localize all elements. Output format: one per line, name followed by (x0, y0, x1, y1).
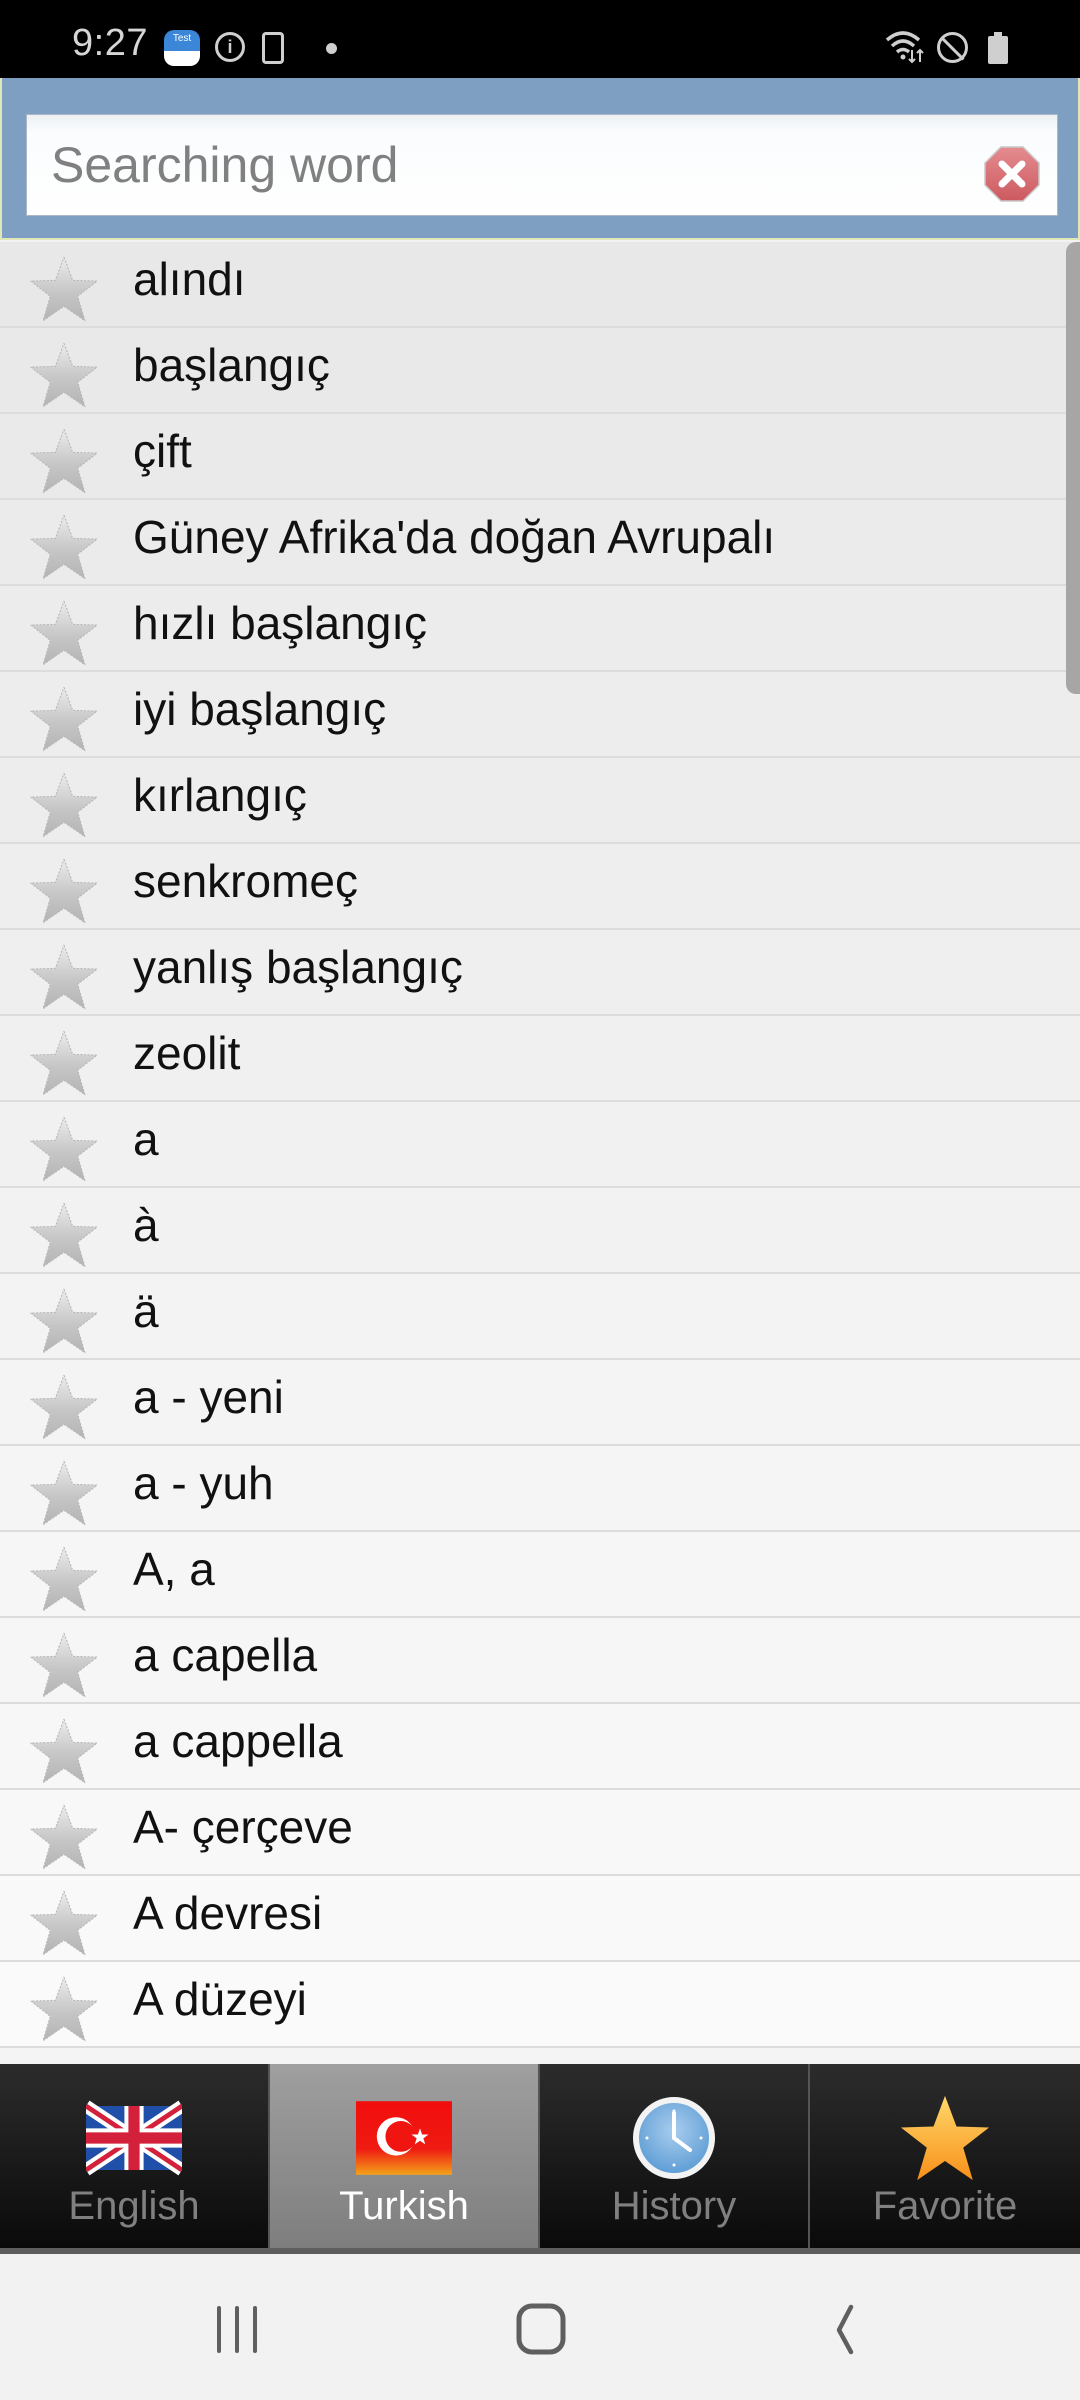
word-list-item[interactable]: A, a (0, 1532, 1080, 1618)
word-list-item[interactable]: a - yeni (0, 1360, 1080, 1446)
wifi-icon (885, 30, 925, 64)
home-icon (516, 2303, 566, 2355)
word-text: A düzeyi (133, 1973, 307, 2025)
favorite-toggle-star-icon[interactable] (28, 1888, 100, 1958)
word-list[interactable]: alındı başlangıç çift Güney Afrika'da doğan… (0, 242, 1080, 2064)
word-list-item[interactable]: Güney Afrika'da doğan Avrupalı (0, 500, 1080, 586)
favorite-toggle-star-icon[interactable] (28, 1716, 100, 1786)
word-text: a capella (133, 1629, 318, 1681)
word-text: A devresi (133, 1887, 323, 1939)
word-text: çift (133, 425, 192, 477)
info-icon: i (215, 32, 245, 62)
tab-turkish[interactable]: Turkish (270, 2064, 540, 2248)
favorite-toggle-star-icon[interactable] (28, 1372, 100, 1442)
word-list-item[interactable]: A düzeyi (0, 1962, 1080, 2048)
word-list-item[interactable]: zeolit (0, 1016, 1080, 1102)
word-list-item[interactable]: a capella (0, 1618, 1080, 1704)
clear-search-button[interactable] (983, 145, 1041, 203)
do-not-disturb-icon (937, 32, 968, 63)
word-text: başlangıç (133, 339, 330, 391)
favorite-toggle-star-icon[interactable] (28, 340, 100, 410)
favorite-toggle-star-icon[interactable] (28, 1028, 100, 1098)
tab-label: English (68, 2184, 200, 2228)
word-list-item[interactable]: A devresi (0, 1876, 1080, 1962)
word-list-item[interactable]: yanlış başlangıç (0, 930, 1080, 1016)
system-nav-bar (0, 2254, 1080, 2400)
test-app-icon: Test (164, 30, 200, 66)
word-text: alındı (133, 253, 246, 305)
word-list-item[interactable]: senkromeç (0, 844, 1080, 930)
word-text: a - yeni (133, 1371, 284, 1423)
bottom-tab-bar: English Turkish History Favorite (0, 2064, 1080, 2254)
favorite-toggle-star-icon[interactable] (28, 254, 100, 324)
scrollbar-thumb[interactable] (1066, 242, 1080, 694)
favorite-toggle-star-icon[interactable] (28, 770, 100, 840)
clock-icon (626, 2090, 722, 2186)
uk-flag-icon (86, 2090, 182, 2186)
word-list-item[interactable]: a cappella (0, 1704, 1080, 1790)
tab-label: History (611, 2184, 737, 2228)
favorite-toggle-star-icon[interactable] (28, 1458, 100, 1528)
word-text: Güney Afrika'da doğan Avrupalı (133, 511, 776, 563)
search-box (26, 114, 1058, 216)
favorite-toggle-star-icon[interactable] (28, 1114, 100, 1184)
favorite-star-icon (897, 2090, 993, 2186)
status-bar: 9:27 Test i (0, 0, 1080, 78)
favorite-toggle-star-icon[interactable] (28, 1974, 100, 2044)
word-list-item[interactable]: kırlangıç (0, 758, 1080, 844)
favorite-toggle-star-icon[interactable] (28, 1630, 100, 1700)
word-text: ä (133, 1285, 159, 1337)
recents-icon (217, 2306, 257, 2353)
search-panel (0, 78, 1080, 240)
recents-button[interactable] (192, 2294, 282, 2364)
tab-history[interactable]: History (540, 2064, 810, 2248)
battery-icon (988, 32, 1008, 64)
word-list-item[interactable]: ä (0, 1274, 1080, 1360)
back-icon (836, 2304, 854, 2355)
favorite-toggle-star-icon[interactable] (28, 1544, 100, 1614)
word-text: iyi başlangıç (133, 683, 387, 735)
word-text: A- çerçeve (133, 1801, 353, 1853)
word-list-item[interactable]: A- çerçeve (0, 1790, 1080, 1876)
word-text: yanlış başlangıç (133, 941, 463, 993)
word-text: senkromeç (133, 855, 358, 907)
search-input[interactable] (51, 115, 971, 215)
clear-icon (984, 146, 1040, 202)
word-list-item[interactable]: à (0, 1188, 1080, 1274)
favorite-toggle-star-icon[interactable] (28, 1802, 100, 1872)
phone-check-icon (262, 32, 284, 64)
word-text: a - yuh (133, 1457, 274, 1509)
notification-dot-icon (326, 43, 337, 54)
word-text: a cappella (133, 1715, 343, 1767)
word-list-item[interactable]: a (0, 1102, 1080, 1188)
word-list-item[interactable]: hızlı başlangıç (0, 586, 1080, 672)
word-list-item[interactable]: çift (0, 414, 1080, 500)
favorite-toggle-star-icon[interactable] (28, 684, 100, 754)
word-text: A, a (133, 1543, 215, 1595)
word-text: kırlangıç (133, 769, 307, 821)
tab-favorite[interactable]: Favorite (810, 2064, 1080, 2248)
word-list-item[interactable]: iyi başlangıç (0, 672, 1080, 758)
word-text: à (133, 1199, 159, 1251)
word-text: hızlı başlangıç (133, 597, 428, 649)
tab-label: Turkish (339, 2184, 469, 2228)
word-list-item[interactable]: alındı (0, 242, 1080, 328)
favorite-toggle-star-icon[interactable] (28, 942, 100, 1012)
home-button[interactable] (496, 2294, 586, 2364)
word-text: a (133, 1113, 159, 1165)
favorite-toggle-star-icon[interactable] (28, 1200, 100, 1270)
tab-english[interactable]: English (0, 2064, 270, 2248)
favorite-toggle-star-icon[interactable] (28, 598, 100, 668)
word-text: zeolit (133, 1027, 241, 1079)
favorite-toggle-star-icon[interactable] (28, 426, 100, 496)
favorite-toggle-star-icon[interactable] (28, 856, 100, 926)
status-time: 9:27 (72, 22, 148, 64)
tab-label: Favorite (872, 2184, 1018, 2228)
turkey-flag-icon (356, 2090, 452, 2186)
word-list-item[interactable]: a - yuh (0, 1446, 1080, 1532)
favorite-toggle-star-icon[interactable] (28, 1286, 100, 1356)
back-button[interactable] (800, 2294, 890, 2364)
favorite-toggle-star-icon[interactable] (28, 512, 100, 582)
word-list-item[interactable]: başlangıç (0, 328, 1080, 414)
